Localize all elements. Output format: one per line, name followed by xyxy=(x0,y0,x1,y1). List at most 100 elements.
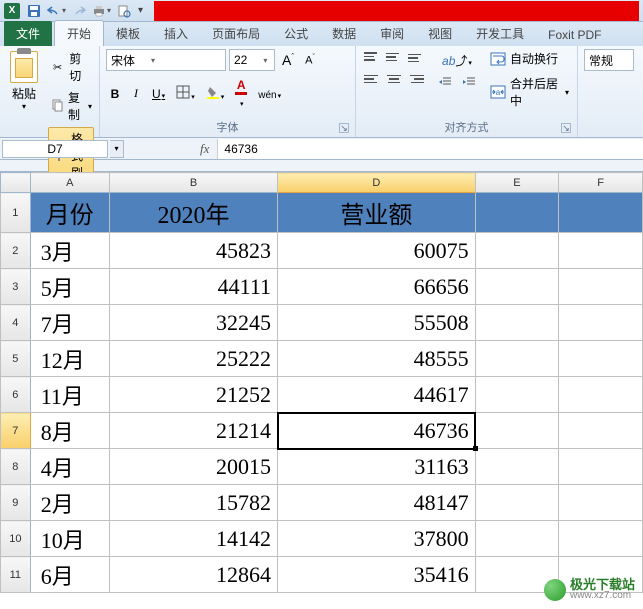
tab-data[interactable]: 数据 xyxy=(320,21,368,46)
align-expand-icon[interactable]: ↘ xyxy=(561,123,571,133)
tab-insert[interactable]: 插入 xyxy=(152,21,200,46)
decrease-indent-button[interactable] xyxy=(434,73,456,94)
cell-B4[interactable]: 32245 xyxy=(109,305,277,341)
cell-E4[interactable] xyxy=(475,305,559,341)
row-header-8[interactable]: 8 xyxy=(1,449,31,485)
cell-E6[interactable] xyxy=(475,377,559,413)
grow-font-button[interactable]: Aˆ xyxy=(278,49,298,71)
cell-A2[interactable]: 3月 xyxy=(30,233,109,269)
row-header-4[interactable]: 4 xyxy=(1,305,31,341)
bold-button[interactable]: B xyxy=(106,84,124,104)
qat-undo-button[interactable]: ▾ xyxy=(47,5,66,17)
tab-view[interactable]: 视图 xyxy=(416,21,464,46)
row-header-3[interactable]: 3 xyxy=(1,269,31,305)
number-format-select[interactable]: 常规 xyxy=(584,49,634,71)
cell-F2[interactable] xyxy=(559,233,643,269)
qat-preview-button[interactable] xyxy=(117,4,131,18)
cell-B2[interactable]: 45823 xyxy=(109,233,277,269)
merge-center-button[interactable]: a合并后居中▾ xyxy=(488,74,571,110)
align-bottom-button[interactable] xyxy=(406,49,426,65)
border-button[interactable]: ▾ xyxy=(172,82,199,105)
phonetic-button[interactable]: wén▾ xyxy=(254,84,285,104)
row-header-5[interactable]: 5 xyxy=(1,341,31,377)
copy-button[interactable]: 复制▾ xyxy=(48,88,94,124)
font-color-button[interactable]: A▾ xyxy=(231,75,251,112)
cell-D6[interactable]: 44617 xyxy=(278,377,476,413)
cell-F6[interactable] xyxy=(559,377,643,413)
font-expand-icon[interactable]: ↘ xyxy=(339,123,349,133)
row-header-7[interactable]: 7 xyxy=(1,413,31,449)
cell-A6[interactable]: 11月 xyxy=(30,377,109,413)
cell-D10[interactable]: 37800 xyxy=(278,521,476,557)
fill-color-button[interactable]: ▾ xyxy=(202,82,229,105)
cell-A11[interactable]: 6月 xyxy=(30,557,109,593)
cell-B5[interactable]: 25222 xyxy=(109,341,277,377)
select-all-corner[interactable] xyxy=(1,173,31,193)
qat-save-button[interactable] xyxy=(27,4,41,18)
cell-D2[interactable]: 60075 xyxy=(278,233,476,269)
col-header-D[interactable]: D xyxy=(278,173,476,193)
cell-F8[interactable] xyxy=(559,449,643,485)
cell-A10[interactable]: 10月 xyxy=(30,521,109,557)
tab-foxit-pdf[interactable]: Foxit PDF xyxy=(536,24,613,46)
qat-print-button[interactable]: ▾ xyxy=(92,4,111,18)
cell-B1[interactable]: 2020年 xyxy=(109,193,277,233)
font-name-select[interactable]: 宋体▾ xyxy=(106,49,226,71)
col-header-E[interactable]: E xyxy=(475,173,559,193)
tab-review[interactable]: 审阅 xyxy=(368,21,416,46)
cell-B6[interactable]: 21252 xyxy=(109,377,277,413)
align-left-button[interactable] xyxy=(362,71,382,87)
cell-D5[interactable]: 48555 xyxy=(278,341,476,377)
cell-E11[interactable] xyxy=(475,557,559,593)
row-header-1[interactable]: 1 xyxy=(1,193,31,233)
underline-button[interactable]: U▾ xyxy=(148,84,169,104)
orientation-button[interactable]: ab⤴▾ xyxy=(434,49,480,67)
cell-F7[interactable] xyxy=(559,413,643,449)
cell-E5[interactable] xyxy=(475,341,559,377)
tab-developer[interactable]: 开发工具 xyxy=(464,21,536,46)
shrink-font-button[interactable]: Aˇ xyxy=(301,51,319,70)
cell-F5[interactable] xyxy=(559,341,643,377)
row-header-6[interactable]: 6 xyxy=(1,377,31,413)
font-size-select[interactable]: 22▾ xyxy=(229,49,275,71)
cell-F11[interactable] xyxy=(559,557,643,593)
align-center-button[interactable] xyxy=(384,71,404,87)
cell-B10[interactable]: 14142 xyxy=(109,521,277,557)
cell-F3[interactable] xyxy=(559,269,643,305)
cell-E8[interactable] xyxy=(475,449,559,485)
align-top-button[interactable] xyxy=(362,49,382,65)
cell-E10[interactable] xyxy=(475,521,559,557)
tab-template[interactable]: 模板 xyxy=(104,21,152,46)
cell-D9[interactable]: 48147 xyxy=(278,485,476,521)
cell-E1[interactable] xyxy=(475,193,559,233)
cell-F10[interactable] xyxy=(559,521,643,557)
cell-F4[interactable] xyxy=(559,305,643,341)
col-header-B[interactable]: B xyxy=(109,173,277,193)
cell-E2[interactable] xyxy=(475,233,559,269)
cell-B9[interactable]: 15782 xyxy=(109,485,277,521)
cell-D11[interactable]: 35416 xyxy=(278,557,476,593)
spreadsheet-grid[interactable]: ABDEF1月份2020年营业额23月458236007535月44111666… xyxy=(0,172,643,593)
cell-A7[interactable]: 8月 xyxy=(30,413,109,449)
cell-E7[interactable] xyxy=(475,413,559,449)
cell-A1[interactable]: 月份 xyxy=(30,193,109,233)
cell-E9[interactable] xyxy=(475,485,559,521)
cell-B7[interactable]: 21214 xyxy=(109,413,277,449)
row-header-9[interactable]: 9 xyxy=(1,485,31,521)
cell-D3[interactable]: 66656 xyxy=(278,269,476,305)
cell-B11[interactable]: 12864 xyxy=(109,557,277,593)
cell-E3[interactable] xyxy=(475,269,559,305)
tab-page-layout[interactable]: 页面布局 xyxy=(200,21,272,46)
tab-home[interactable]: 开始 xyxy=(54,20,104,46)
qat-more-button[interactable]: ▾ xyxy=(137,5,143,16)
cell-A8[interactable]: 4月 xyxy=(30,449,109,485)
increase-indent-button[interactable] xyxy=(458,73,480,94)
row-header-11[interactable]: 11 xyxy=(1,557,31,593)
cell-D4[interactable]: 55508 xyxy=(278,305,476,341)
row-header-10[interactable]: 10 xyxy=(1,521,31,557)
paste-button[interactable]: 粘贴 ▾ xyxy=(6,49,42,113)
row-header-2[interactable]: 2 xyxy=(1,233,31,269)
wrap-text-button[interactable]: 自动换行 xyxy=(488,49,571,68)
formula-input[interactable] xyxy=(217,139,643,159)
cell-F9[interactable] xyxy=(559,485,643,521)
